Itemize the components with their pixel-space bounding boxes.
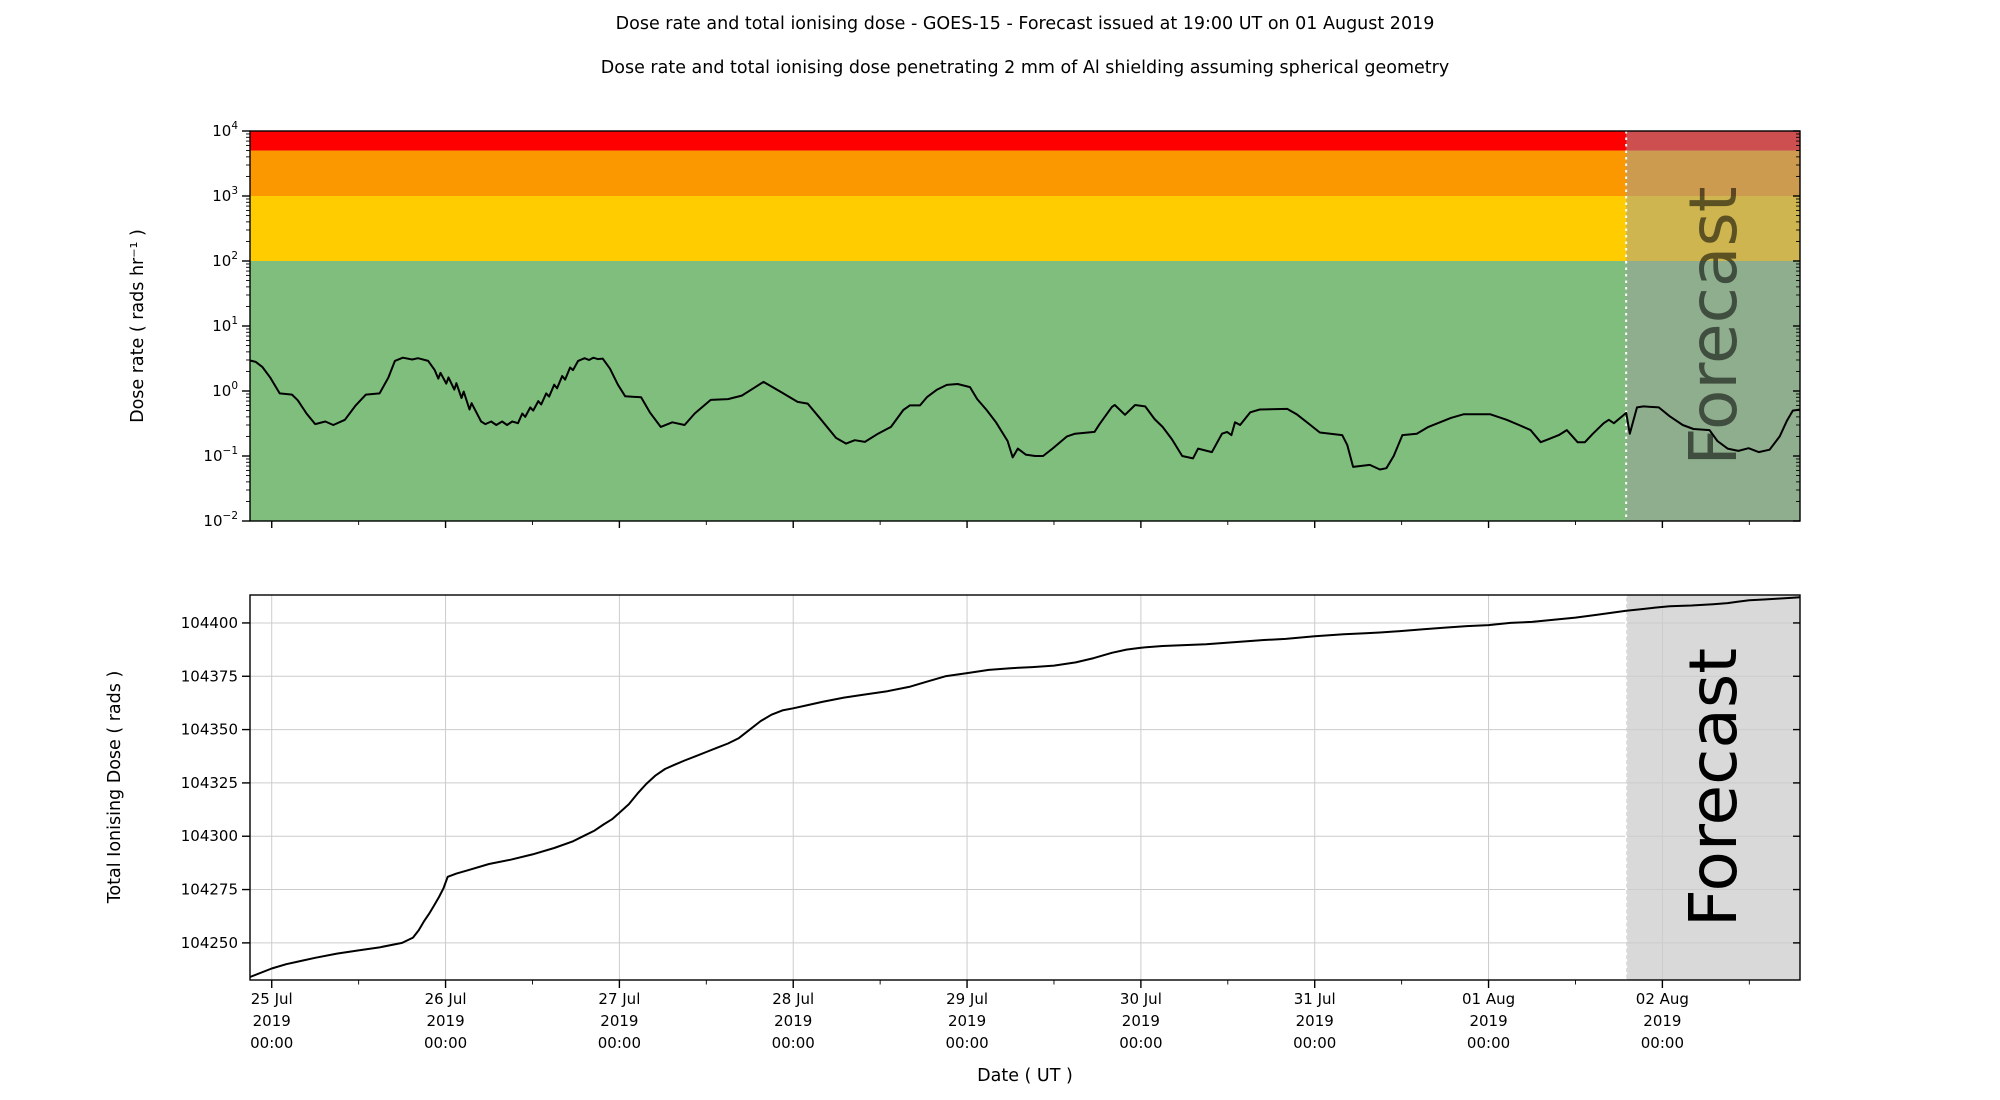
- red-band: [250, 131, 1800, 151]
- date-tick-label: 2019: [426, 1012, 464, 1030]
- date-tick-label: 27 Jul: [598, 990, 640, 1008]
- total-dose-tick-label: 104250: [181, 934, 238, 952]
- total-dose-curve: [249, 596, 1801, 978]
- date-tick-label: 00:00: [424, 1034, 467, 1052]
- date-tick-label: 00:00: [1119, 1034, 1162, 1052]
- date-tick-label: 2019: [1469, 1012, 1507, 1030]
- orange-band: [250, 150, 1800, 196]
- date-tick-label: 00:00: [772, 1034, 815, 1052]
- yellow-band: [250, 196, 1800, 261]
- date-tick-label: 2019: [1643, 1012, 1681, 1030]
- plots-canvas: Forecast Forecast 104 103 102 101 100 10−1 10−2 1…: [181, 120, 1801, 1052]
- date-tick-label: 30 Jul: [1120, 990, 1162, 1008]
- dose-rate-tick-label: 101: [212, 315, 238, 335]
- green-band: [250, 261, 1800, 521]
- date-tick-label: 26 Jul: [425, 990, 467, 1008]
- total-dose-tick-label: 104400: [181, 614, 238, 632]
- date-tick-label: 02 Aug: [1636, 990, 1689, 1008]
- date-tick-label: 00:00: [1293, 1034, 1336, 1052]
- total-dose-plot-frame: [249, 594, 1801, 981]
- date-tick-label: 2019: [1296, 1012, 1334, 1030]
- date-tick-label: 2019: [253, 1012, 291, 1030]
- dose-rate-tick-label: 102: [212, 250, 238, 270]
- forecast-watermark-bottom: Forecast: [1675, 648, 1752, 927]
- total-dose-tick-label: 104325: [181, 774, 238, 792]
- date-tick-label: 28 Jul: [772, 990, 814, 1008]
- date-tick-label: 00:00: [945, 1034, 988, 1052]
- dose-rate-tick-label: 103: [212, 185, 238, 205]
- total-dose-tick-label: 104300: [181, 827, 238, 845]
- date-tick-label: 2019: [774, 1012, 812, 1030]
- date-tick-label: 29 Jul: [946, 990, 988, 1008]
- date-tick-label: 2019: [600, 1012, 638, 1030]
- figure: Dose rate and total ionising dose - GOES…: [0, 0, 2000, 1100]
- dose-rate-tick-label: 104: [212, 120, 238, 140]
- dose-rate-tick-label: 10−1: [203, 445, 238, 465]
- date-tick-label: 2019: [948, 1012, 986, 1030]
- total-dose-tick-label: 104375: [181, 667, 238, 685]
- date-tick-label: 00:00: [1467, 1034, 1510, 1052]
- date-tick-label: 00:00: [250, 1034, 293, 1052]
- date-tick-label: 25 Jul: [251, 990, 293, 1008]
- date-tick-label: 00:00: [598, 1034, 641, 1052]
- total-dose-tick-label: 104275: [181, 881, 238, 899]
- date-tick-label: 2019: [1122, 1012, 1160, 1030]
- dose-rate-tick-label: 10−2: [203, 510, 238, 530]
- forecast-watermark-top: Forecast: [1675, 186, 1752, 465]
- date-tick-label: 00:00: [1641, 1034, 1684, 1052]
- total-dose-tick-label: 104350: [181, 721, 238, 739]
- date-tick-label: 31 Jul: [1294, 990, 1336, 1008]
- dose-rate-tick-label: 100: [212, 380, 238, 400]
- date-tick-label: 01 Aug: [1462, 990, 1515, 1008]
